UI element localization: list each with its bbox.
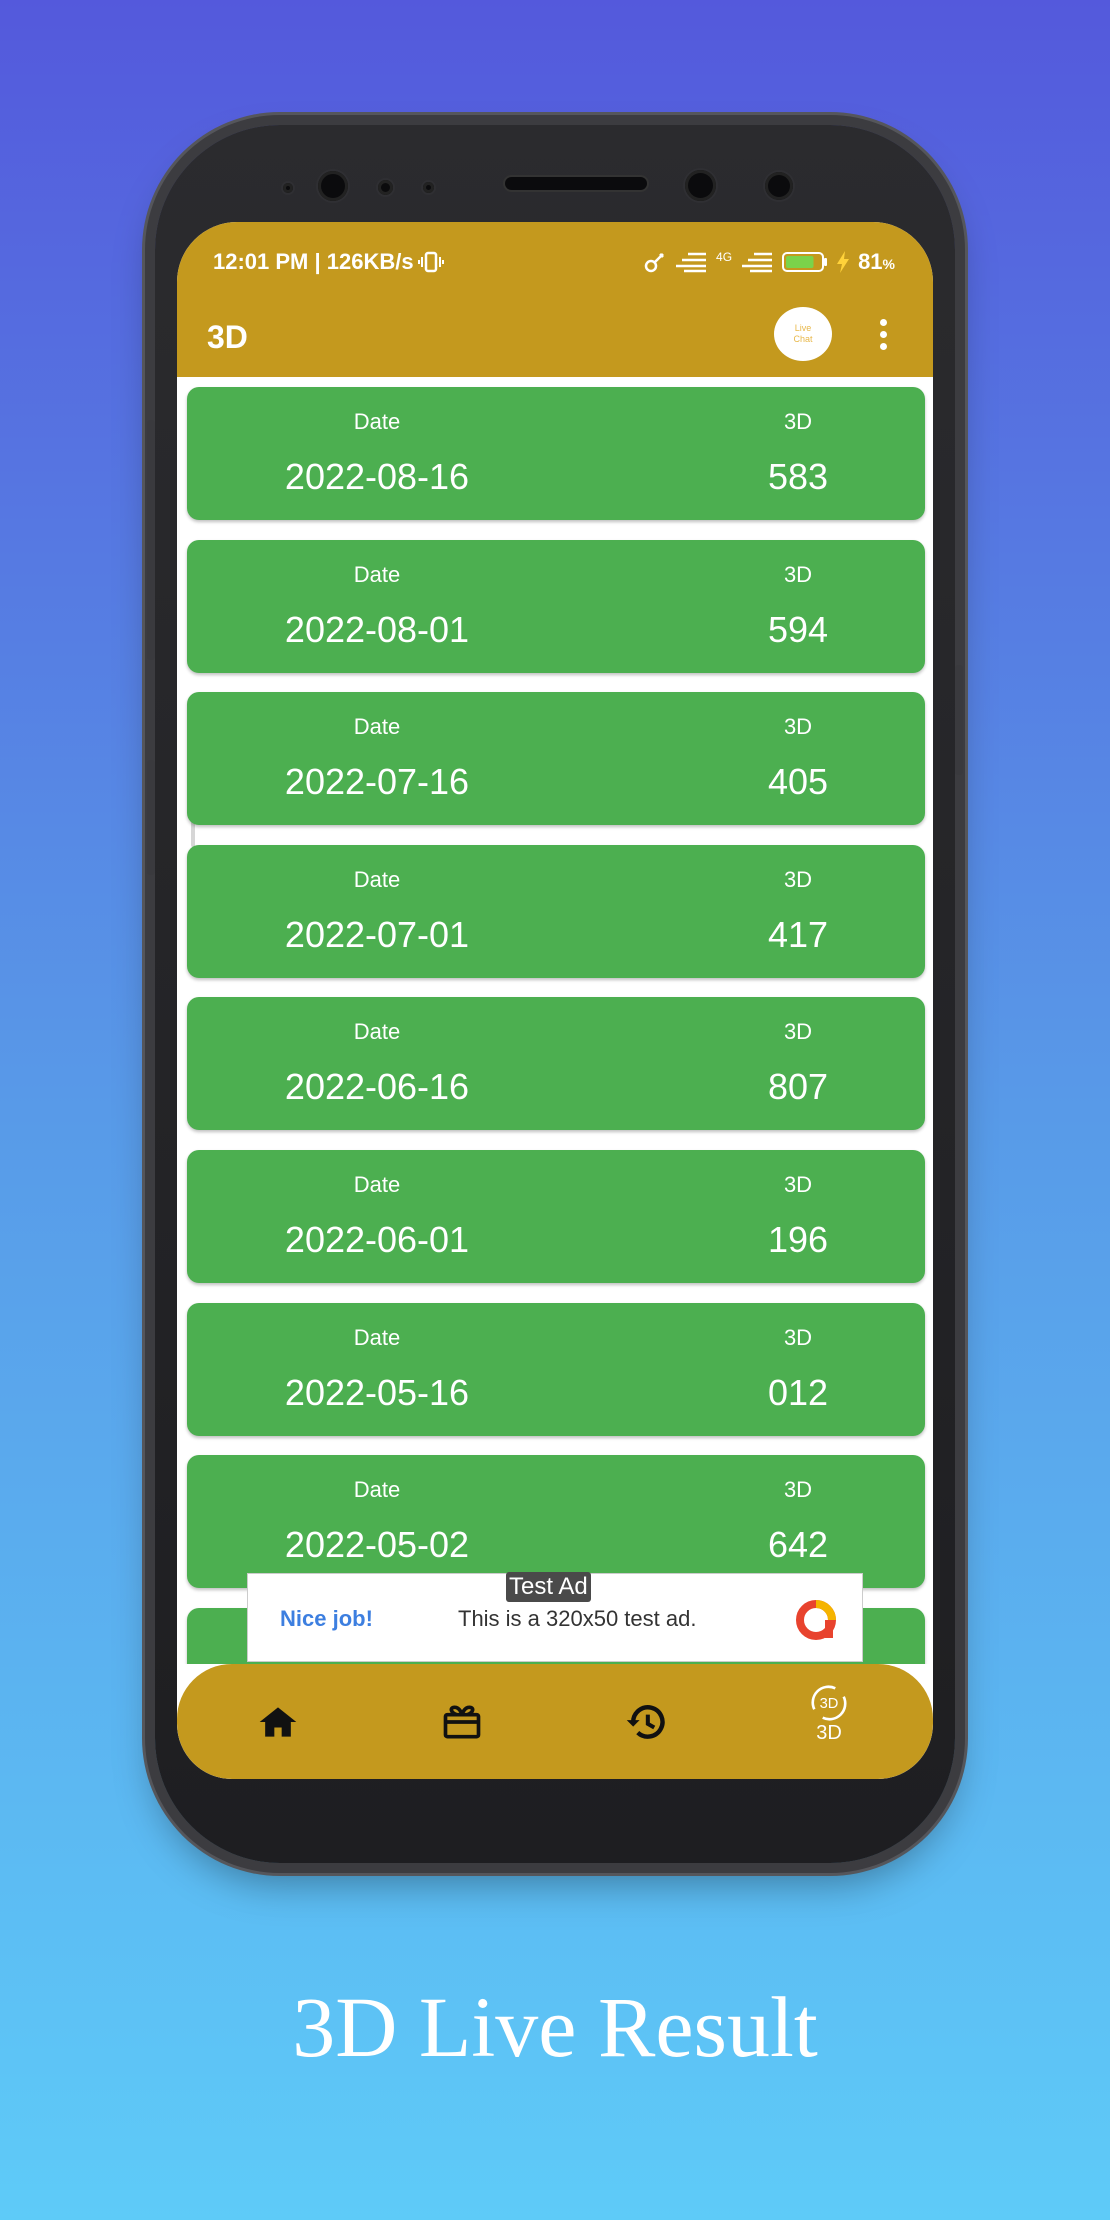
date-label: Date <box>353 1477 401 1503</box>
result-number: 196 <box>767 1219 829 1260</box>
result-card[interactable]: Date 3D 2022-07-16 405 <box>187 692 925 826</box>
result-number: 583 <box>767 456 829 497</box>
date-label: Date <box>353 409 401 434</box>
3d-label: 3D <box>783 561 813 587</box>
3d-label: 3D <box>783 409 813 434</box>
nav-3d-label: 3D <box>816 1722 842 1744</box>
date-label: Date <box>353 561 401 587</box>
key-icon <box>644 253 664 273</box>
date-label: Date <box>353 714 401 740</box>
front-sensor-3 <box>423 182 434 193</box>
result-date: 2022-06-01 <box>284 1219 470 1260</box>
result-number: 417 <box>767 913 829 955</box>
result-card[interactable]: Date 3D 2022-06-16 807 <box>187 997 925 1131</box>
signal-1-icon <box>676 252 707 273</box>
charging-icon <box>837 251 850 273</box>
result-number: 642 <box>767 1524 829 1566</box>
result-number: 012 <box>767 1371 829 1413</box>
signal-2-icon <box>742 252 773 273</box>
3d-label: 3D <box>783 1477 813 1503</box>
result-date: 2022-07-16 <box>284 761 470 803</box>
promo-caption: 3D Live Result <box>292 1979 818 2075</box>
home-icon[interactable] <box>248 1692 308 1752</box>
result-number: 405 <box>767 761 829 803</box>
status-time-speed: 12:01 PM | 126KB/s <box>213 249 414 274</box>
3d-label: 3D <box>783 1324 813 1350</box>
front-sensor-2 <box>378 180 393 195</box>
result-date: 2022-08-01 <box>284 608 470 650</box>
3d-label: 3D <box>783 1172 813 1197</box>
side-button <box>147 760 155 875</box>
result-date: 2022-08-16 <box>284 456 470 497</box>
network-type: 4G <box>716 250 733 264</box>
page-title: 3D <box>207 319 248 355</box>
status-bar: 12:01 PM | 126KB/s 4G 81% <box>177 222 933 297</box>
test-ad-tag: Test Ad <box>506 1572 591 1602</box>
volume-button <box>147 420 155 660</box>
result-card[interactable]: Date 3D 2022-05-16 012 <box>187 1302 925 1436</box>
3d-refresh-icon[interactable]: 3D 3D <box>789 1682 869 1772</box>
date-label: Date <box>353 866 401 892</box>
result-card[interactable]: Date 3D 2022-08-01 594 <box>187 539 925 673</box>
3d-label: 3D <box>783 1019 813 1045</box>
result-number: 807 <box>767 1066 829 1108</box>
battery-percent: 81% <box>858 249 895 274</box>
bottom-nav: 3D 3D <box>177 1664 933 1779</box>
status-right: 4G 81% <box>644 249 895 275</box>
3d-label: 3D <box>783 714 813 740</box>
date-label: Date <box>353 1019 401 1045</box>
status-left: 12:01 PM | 126KB/s <box>213 249 444 275</box>
result-date: 2022-05-16 <box>284 1371 470 1413</box>
date-label: Date <box>353 1172 401 1197</box>
battery-icon <box>782 252 828 272</box>
front-camera-right <box>685 170 716 201</box>
front-sensor-1 <box>283 183 293 193</box>
test-ad-banner[interactable]: Test Ad Nice job! This is a 320x50 test … <box>247 1572 863 1662</box>
3d-badge-text: 3D <box>820 1696 839 1712</box>
result-card[interactable]: Date 3D 2022-08-16 583 <box>187 387 925 520</box>
ad-logo-icon <box>796 1600 836 1640</box>
result-date: 2022-05-02 <box>284 1524 470 1566</box>
result-number: 594 <box>767 608 829 650</box>
earpiece-speaker <box>505 177 647 190</box>
live-chat-label: Live Chat <box>793 323 813 344</box>
ad-headline: Nice job! <box>280 1606 373 1631</box>
vibrate-icon <box>417 251 444 273</box>
power-button <box>955 665 963 775</box>
result-card[interactable]: Date 3D 2022-07-01 417 <box>187 844 925 978</box>
result-card[interactable]: Date 3D 2022-06-01 196 <box>187 1150 925 1283</box>
result-date: 2022-07-01 <box>284 913 470 955</box>
gift-icon[interactable] <box>432 1692 492 1752</box>
results-list[interactable]: Date 3D 2022-08-16 583 Date 3D 2022-08-01 594 Da… <box>177 377 933 1664</box>
ad-body: This is a 320x50 test ad. <box>458 1606 697 1631</box>
3d-label: 3D <box>783 866 813 892</box>
result-date: 2022-06-16 <box>284 1066 470 1108</box>
date-label: Date <box>353 1324 401 1350</box>
more-vert-icon[interactable] <box>877 319 889 351</box>
front-camera-far-right <box>765 172 793 200</box>
screen: 12:01 PM | 126KB/s 4G 81% 3D Live Chat D… <box>177 222 933 1779</box>
history-icon[interactable] <box>616 1692 676 1752</box>
front-camera-left <box>318 171 348 201</box>
result-card[interactable]: Date 3D 2022-05-02 642 <box>187 1455 925 1589</box>
app-bar: 3D Live Chat <box>177 297 933 377</box>
live-chat-button[interactable]: Live Chat <box>774 307 832 361</box>
